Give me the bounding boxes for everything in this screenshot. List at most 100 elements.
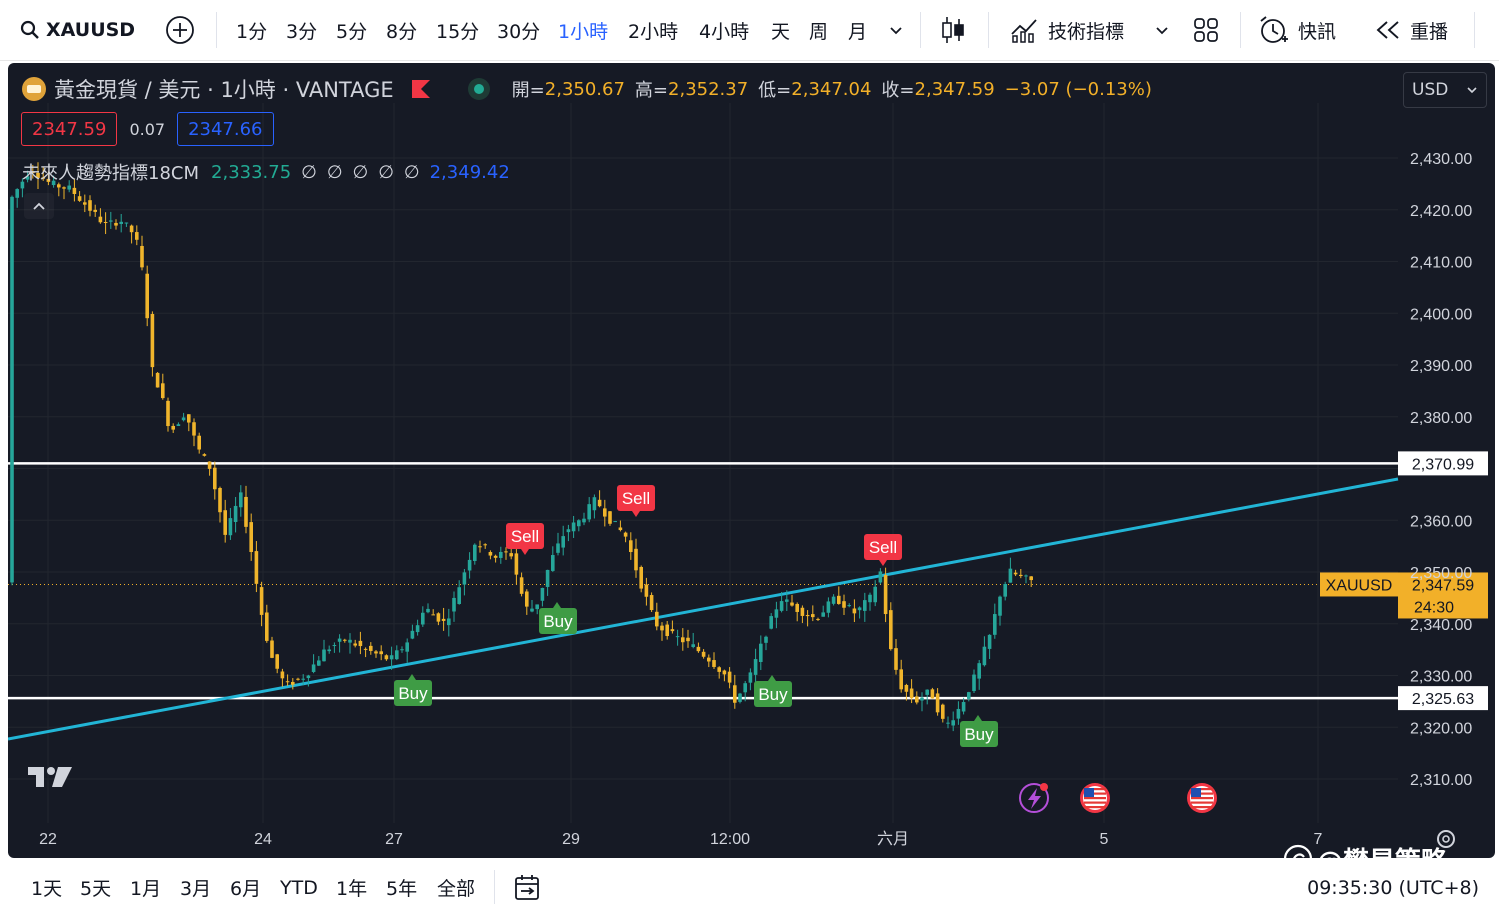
sell-price-button[interactable]: 2347.59: [21, 112, 118, 146]
range-6m[interactable]: 6月: [230, 860, 261, 915]
market-status-icon[interactable]: [467, 78, 490, 100]
candle-body: [530, 608, 534, 612]
indicator-name[interactable]: 未來人趨勢指標18CM: [22, 159, 199, 185]
goto-date-button[interactable]: [512, 860, 542, 915]
candle-body: [317, 660, 321, 666]
interval-8m[interactable]: 8分: [386, 0, 417, 60]
interval-3m[interactable]: 3分: [286, 0, 317, 60]
interval-5m[interactable]: 5分: [336, 0, 367, 60]
chart-panel[interactable]: 2,370.99 2,325.63 XAUUSD 2,347.59 24:30 Buy B…: [8, 63, 1495, 858]
candle-body: [852, 608, 857, 614]
range-3m[interactable]: 3月: [180, 860, 211, 915]
interval-30m[interactable]: 30分: [497, 0, 540, 60]
interval-dropdown[interactable]: [888, 0, 904, 60]
candle-body: [405, 642, 409, 652]
interval-15m[interactable]: 15分: [436, 0, 479, 60]
candle-body: [597, 499, 602, 507]
interval-2h[interactable]: 2小時: [628, 0, 678, 60]
price-axis-label: 2,310.00: [1410, 772, 1472, 789]
open-value: 2,350.67: [544, 78, 625, 100]
chart-type-button[interactable]: [940, 0, 966, 60]
candle-body: [956, 708, 961, 719]
range-5y[interactable]: 5年: [386, 860, 417, 915]
range-1y[interactable]: 1年: [336, 860, 367, 915]
candle-body: [774, 609, 779, 618]
indicators-button[interactable]: 技術指標: [1010, 0, 1124, 60]
candle-body: [332, 645, 337, 647]
currency-select[interactable]: USD: [1403, 72, 1487, 108]
buy-signal-pointer: [553, 602, 561, 608]
candle-body: [499, 551, 503, 558]
signal-labels: Buy Buy Buy Buy Sell Sell Sell: [394, 485, 998, 747]
legend-title[interactable]: 黃金現貨 / 美元 · 1小時 · VANTAGE: [54, 74, 394, 104]
candle-body: [441, 618, 446, 621]
interval-1mo[interactable]: 月: [848, 0, 867, 60]
candle-body: [764, 636, 768, 643]
candle-body: [436, 613, 441, 622]
candle-body: [873, 586, 877, 603]
buy-signal-label: Buy: [398, 684, 428, 703]
indicators-label: 技術指標: [1048, 20, 1125, 43]
candle-body: [920, 697, 924, 701]
candle-body: [197, 435, 201, 450]
buy-price-button[interactable]: 2347.66: [177, 112, 274, 146]
candle-body: [218, 488, 222, 513]
clock[interactable]: 09:35:30 (UTC+8): [1307, 860, 1479, 915]
tradingview-logo[interactable]: [26, 763, 76, 797]
candle-body: [743, 683, 747, 693]
range-1d[interactable]: 1天: [31, 860, 62, 915]
candle-body: [696, 646, 701, 652]
candle-body: [842, 601, 846, 608]
candle-body: [883, 574, 888, 615]
high-label: 高=: [634, 80, 669, 101]
price-axis-label: 2,360.00: [1410, 513, 1472, 530]
candle-body: [577, 520, 581, 527]
candle-body: [977, 663, 981, 679]
trend-line[interactable]: [8, 477, 1399, 741]
interval-1w[interactable]: 周: [809, 0, 828, 60]
plus-circle-icon: [166, 16, 194, 44]
trend-line-path: [8, 477, 1399, 741]
candle-body: [857, 607, 862, 611]
interval-1d[interactable]: 天: [771, 0, 790, 60]
candle-body: [722, 670, 727, 675]
flag-icon[interactable]: [411, 80, 430, 98]
candle-body: [759, 643, 763, 663]
range-5d[interactable]: 5天: [80, 860, 111, 915]
lightning-event-icon: [1019, 783, 1049, 813]
symbol-search-button[interactable]: XAUUSD: [20, 0, 135, 60]
candle-body: [301, 678, 305, 680]
candle-body: [733, 685, 737, 703]
indicator-templates-dropdown[interactable]: [1154, 0, 1170, 60]
collapse-legend-button[interactable]: [24, 193, 54, 219]
range-all[interactable]: 全部: [437, 860, 475, 915]
candle-body: [306, 675, 311, 679]
interval-4h[interactable]: 4小時: [699, 0, 749, 60]
interval-1h[interactable]: 1小時: [558, 0, 608, 60]
time-axis-label: 29: [562, 831, 580, 848]
candle-body: [1003, 584, 1007, 597]
alerts-button[interactable]: 快訊: [1258, 0, 1336, 60]
range-ytd[interactable]: YTD: [280, 860, 318, 915]
candle-body: [972, 674, 976, 692]
replay-button[interactable]: 重播: [1374, 0, 1448, 60]
candle-body: [795, 603, 799, 612]
indicator-empty-4: ∅: [378, 161, 394, 183]
interval-1m[interactable]: 1分: [236, 0, 267, 60]
range-1m[interactable]: 1月: [130, 860, 161, 915]
candle-body: [556, 543, 560, 553]
candle-body: [821, 612, 825, 617]
indicator-legend[interactable]: 未來人趨勢指標18CM 2,333.75 ∅ ∅ ∅ ∅ ∅ 2,349.42: [22, 159, 510, 185]
layout-button[interactable]: [1192, 0, 1220, 60]
horizontal-levels[interactable]: 2,370.992,325.63XAUUSD 2,347.5924:30: [8, 451, 1488, 711]
candle-body: [904, 684, 909, 692]
candle-body: [899, 669, 903, 690]
candle-body: [941, 704, 945, 719]
candle-body: [67, 185, 71, 190]
candle-body: [753, 659, 758, 675]
gold-logo-icon: [22, 77, 46, 101]
candle-body: [998, 596, 1002, 616]
compare-symbol-button[interactable]: [165, 0, 195, 60]
candle-body: [249, 522, 253, 552]
candle-body: [681, 637, 685, 643]
